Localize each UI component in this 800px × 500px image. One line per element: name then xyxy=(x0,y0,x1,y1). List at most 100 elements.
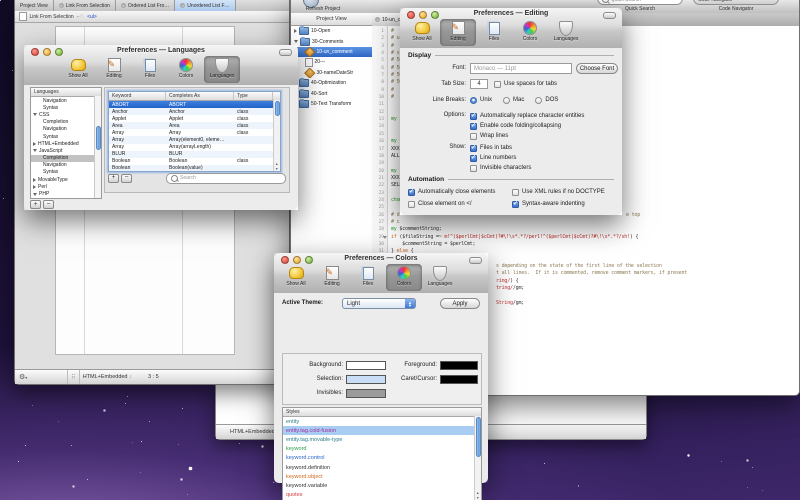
scroll-up-arrow-icon[interactable]: ▲ xyxy=(275,162,278,166)
font-field[interactable]: Monaco — 11pt xyxy=(470,63,572,74)
toolbar-item-colors[interactable]: Colors xyxy=(386,264,422,291)
minimize-button[interactable] xyxy=(43,48,51,56)
disclosure-triangle-icon[interactable] xyxy=(294,40,298,43)
disclosure-triangle-icon[interactable] xyxy=(33,193,37,196)
language-sidebar-item[interactable]: Completion xyxy=(31,155,101,162)
language-popup[interactable]: HTML+Embedded xyxy=(230,429,275,435)
checkbox-icon[interactable] xyxy=(470,145,477,152)
style-list-item[interactable]: quotes xyxy=(283,491,481,500)
checkbox-row[interactable]: Automatically replace character entities xyxy=(470,111,584,121)
checkbox-row[interactable]: Files in tabs xyxy=(470,143,531,153)
toolbar-item-editing[interactable]: Editing xyxy=(314,264,350,291)
file-tree-item[interactable]: 50-Text Transform xyxy=(291,99,372,109)
keyword-table-row[interactable]: BLURBLUR xyxy=(109,151,280,158)
language-sidebar-item[interactable]: Completion xyxy=(31,119,101,126)
selection-swatch[interactable] xyxy=(346,375,386,384)
disclosure-triangle-icon[interactable] xyxy=(33,178,36,182)
file-tree-item[interactable]: 40-Sort xyxy=(291,88,372,98)
toolbar-item-colors[interactable]: Colors xyxy=(168,56,204,83)
keyword-table-row[interactable]: ArrayArrayclass xyxy=(109,129,280,136)
remove-keyword-button[interactable]: − xyxy=(121,174,132,183)
language-sidebar-item[interactable]: HTML+Embedded xyxy=(31,140,101,147)
style-list-item[interactable]: entity.tag.cold-fusion xyxy=(283,426,481,435)
checkbox-icon[interactable] xyxy=(470,133,477,140)
toolbar-item-show-all[interactable]: Show All xyxy=(404,19,440,46)
automation-checkbox-row[interactable]: Use XML rules if no DOCTYPE xyxy=(512,187,616,197)
toolbar-item-languages[interactable]: Languages xyxy=(548,19,584,46)
language-sidebar-item[interactable]: Syntax xyxy=(31,104,101,111)
caret-cursor-swatch[interactable] xyxy=(440,375,478,384)
scrollbar-thumb[interactable] xyxy=(96,126,101,150)
disclosure-triangle-icon[interactable] xyxy=(33,185,36,189)
radio-icon[interactable] xyxy=(470,97,477,104)
choose-font-button[interactable]: Choose Font xyxy=(576,63,618,74)
foreground-swatch[interactable] xyxy=(440,361,478,370)
theme-popup[interactable]: Light ▲▼ xyxy=(342,298,416,309)
scroll-down-arrow-icon[interactable]: ▼ xyxy=(476,496,479,500)
radio-icon[interactable] xyxy=(503,97,510,104)
drag-grip-icon[interactable]: ⠿ xyxy=(71,374,75,381)
keyword-table-row[interactable]: BooleanBooleanclass xyxy=(109,158,280,165)
toolbar-item-files[interactable]: Files xyxy=(132,56,168,83)
close-tab-icon[interactable]: × xyxy=(59,3,64,8)
keyword-table-row[interactable]: ABORTABORT xyxy=(109,101,280,108)
checkbox-icon[interactable] xyxy=(470,123,477,130)
keyword-table-row[interactable]: ArrayArray(element0, eleme… xyxy=(109,136,280,143)
file-tree-item[interactable]: 20--- xyxy=(291,57,372,67)
language-sidebar-item[interactable]: PHP xyxy=(31,190,101,197)
file-tree-item[interactable]: 40-Optimization xyxy=(291,78,372,88)
toolbar-item-languages[interactable]: Languages xyxy=(422,264,458,291)
style-list-item[interactable]: entity xyxy=(283,417,481,426)
line-break-radio-dos[interactable]: DOS xyxy=(535,95,558,105)
use-spaces-checkbox[interactable] xyxy=(494,81,501,88)
language-sidebar-item[interactable]: MovableType xyxy=(31,176,101,183)
checkbox-row[interactable]: Wrap lines xyxy=(470,131,584,141)
file-tree-item[interactable]: 30-Comments xyxy=(291,36,372,46)
scroll-down-arrow-icon[interactable]: ▼ xyxy=(275,167,278,171)
toolbar-item-languages[interactable]: Languages xyxy=(204,56,240,83)
checkbox-row[interactable]: Invisible characters xyxy=(470,163,531,173)
keyword-table-row[interactable]: AnchorAnchorclass xyxy=(109,108,280,115)
checkbox-icon[interactable] xyxy=(470,165,477,172)
column-header-keyword[interactable]: Keyword xyxy=(109,92,166,100)
editor-tab[interactable]: ×Unordered List F… xyxy=(175,0,235,11)
toolbar-item-files[interactable]: Files xyxy=(350,264,386,291)
editor-tab[interactable]: ×Ordered List Fro… xyxy=(116,0,175,11)
editor-tab[interactable]: ×Link From Selection xyxy=(54,0,116,11)
table-scrollbar[interactable]: ▲ ▼ xyxy=(273,100,280,171)
snippet-tab-label[interactable]: Link From Selection xyxy=(30,14,74,20)
code-navigator-button[interactable]: Code Navigator xyxy=(693,0,779,5)
checkbox-icon[interactable] xyxy=(408,189,415,196)
zoom-button[interactable] xyxy=(431,11,439,19)
toolbar-toggle-button[interactable] xyxy=(279,49,292,56)
checkbox-icon[interactable] xyxy=(470,113,477,120)
language-popup[interactable]: HTML+Embedded xyxy=(83,374,128,380)
tab-size-field[interactable]: 4 xyxy=(470,79,488,89)
keyword-table-row[interactable]: AreaAreaclass xyxy=(109,122,280,129)
disclosure-triangle-icon[interactable] xyxy=(33,142,36,146)
close-tab-icon[interactable]: × xyxy=(180,3,185,8)
apply-button[interactable]: Apply xyxy=(440,298,480,309)
keyword-table-row[interactable]: BooleanBoolean(value) xyxy=(109,165,280,172)
automation-checkbox-row[interactable]: Syntax-aware indenting xyxy=(512,199,616,209)
code-fold-arrow-icon[interactable] xyxy=(383,236,387,239)
language-sidebar-item[interactable]: Navigation xyxy=(31,126,101,133)
file-tree-item[interactable]: 10-Open xyxy=(291,26,372,36)
keyword-table-row[interactable]: ArrayArray(arrayLength) xyxy=(109,144,280,151)
toolbar-item-colors[interactable]: Colors xyxy=(512,19,548,46)
disclosure-triangle-icon[interactable] xyxy=(33,113,37,116)
checkbox-icon[interactable] xyxy=(470,155,477,162)
automation-checkbox-row[interactable]: Close element on </ xyxy=(408,199,512,209)
scrollbar-thumb[interactable] xyxy=(275,101,280,116)
close-tab-icon[interactable]: × xyxy=(121,3,126,8)
sidebar-scrollbar[interactable] xyxy=(94,96,101,198)
toolbar-toggle-button[interactable] xyxy=(603,12,616,19)
language-sidebar-item[interactable]: CSS xyxy=(31,111,101,118)
add-language-button[interactable]: + xyxy=(30,200,41,209)
line-break-radio-unix[interactable]: Unix xyxy=(470,95,492,105)
close-button[interactable] xyxy=(407,11,415,19)
close-button[interactable] xyxy=(31,48,39,56)
toolbar-toggle-button[interactable] xyxy=(469,257,482,264)
invisibles-swatch[interactable] xyxy=(346,389,386,398)
minimize-button[interactable] xyxy=(293,256,301,264)
